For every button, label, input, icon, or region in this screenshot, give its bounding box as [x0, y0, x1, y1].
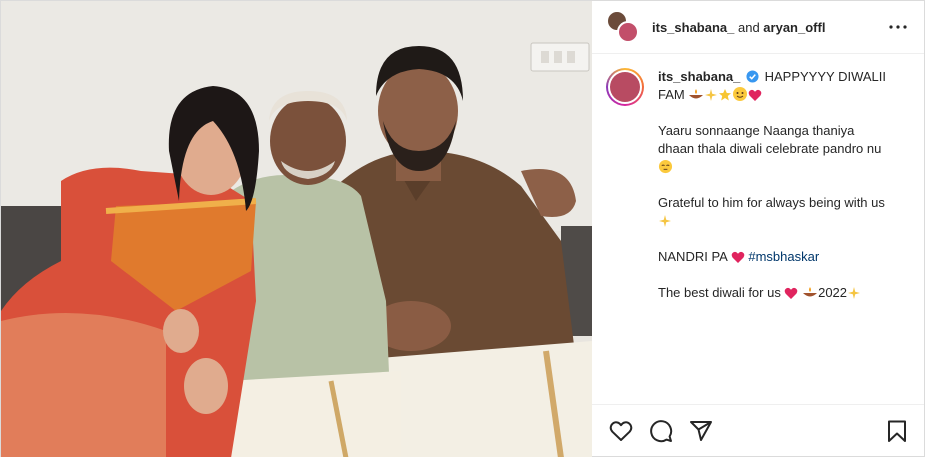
post-header: its_shabana_ and aryan_offl	[592, 1, 924, 54]
caption-para4-text: NANDRI PA	[658, 249, 728, 264]
caption-para2-text: Yaaru sonnaange Naanga thaniya dhaan tha…	[658, 123, 882, 156]
caption-paragraph-2: Yaaru sonnaange Naanga thaniya dhaan tha…	[658, 122, 894, 176]
hashtag-link[interactable]: #msbhaskar	[748, 249, 819, 264]
more-options-button[interactable]	[886, 15, 910, 39]
caption-para3-text: Grateful to him for always being with us	[658, 195, 885, 210]
bookmark-icon	[888, 420, 906, 442]
caption-para5-year: 2022	[818, 285, 848, 300]
star-icon	[719, 89, 732, 101]
caption-area: its_shabana_ HAPPYYYY DIWALII FAM Yaaru …	[592, 54, 924, 404]
sparkles-icon	[705, 89, 718, 101]
verified-badge-icon	[746, 70, 759, 83]
family-diwali-photo	[1, 1, 592, 457]
header-usernames: its_shabana_ and aryan_offl	[652, 20, 886, 35]
face-emoji-icon	[733, 87, 748, 101]
instagram-post: its_shabana_ and aryan_offl its_shabana_	[0, 0, 925, 457]
caption-paragraph-3: Grateful to him for always being with us	[658, 194, 894, 230]
diya-lamp-icon	[689, 89, 704, 99]
red-heart-icon	[749, 89, 762, 101]
caption-line1: its_shabana_ HAPPYYYY DIWALII FAM	[658, 68, 894, 104]
caption-avatar-image	[610, 72, 640, 102]
share-plane-icon	[690, 420, 712, 441]
sparkles-icon	[848, 287, 861, 299]
header-and-text: and	[734, 19, 764, 35]
share-button[interactable]	[688, 418, 714, 444]
red-heart-icon	[785, 287, 798, 299]
avatar-shabana[interactable]	[617, 21, 639, 43]
caption-para5-text: The best diwali for us	[658, 285, 781, 300]
caption-username[interactable]: its_shabana_	[658, 69, 740, 84]
action-bar	[592, 404, 924, 456]
post-side-panel: its_shabana_ and aryan_offl its_shabana_	[592, 1, 924, 456]
more-dots-icon	[889, 25, 907, 29]
header-user-aryan[interactable]: aryan_offl	[763, 20, 825, 35]
heart-icon	[609, 420, 633, 441]
pensive-face-icon	[658, 159, 673, 174]
sparkles-icon	[659, 215, 671, 227]
post-photo[interactable]	[1, 1, 592, 457]
caption-text: its_shabana_ HAPPYYYY DIWALII FAM Yaaru …	[658, 68, 894, 404]
caption-paragraph-4: NANDRI PA #msbhaskar	[658, 248, 894, 266]
header-user-shabana[interactable]: its_shabana_	[652, 20, 734, 35]
caption-paragraph-5: The best diwali for us 2022	[658, 284, 894, 302]
save-button[interactable]	[884, 418, 910, 444]
diya-lamp-icon	[803, 287, 818, 297]
red-heart-icon	[731, 251, 745, 263]
comment-button[interactable]	[648, 418, 674, 444]
collab-avatars[interactable]	[606, 10, 640, 44]
comment-icon	[650, 419, 673, 442]
caption-avatar[interactable]	[606, 68, 644, 106]
like-button[interactable]	[608, 418, 634, 444]
